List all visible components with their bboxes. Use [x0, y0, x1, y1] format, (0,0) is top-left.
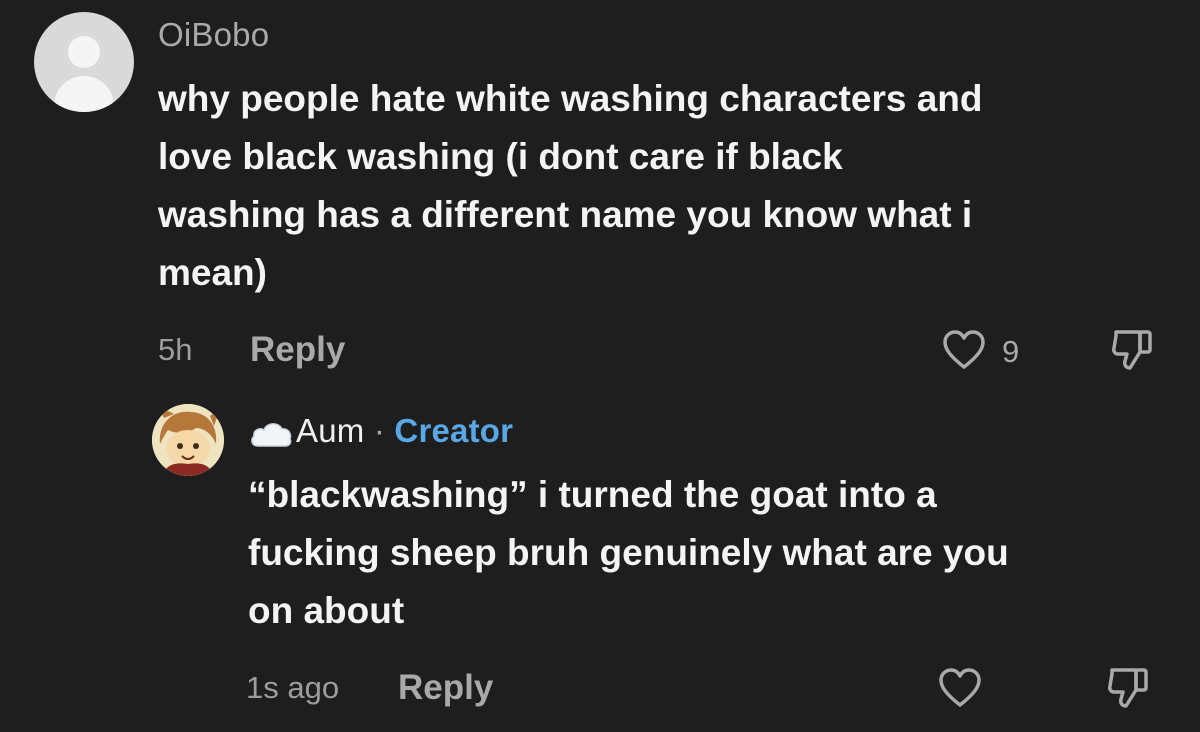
- reply-button[interactable]: Reply: [398, 668, 493, 708]
- comment-text-line: mean): [158, 252, 267, 293]
- thumbs-down-icon[interactable]: [1110, 328, 1156, 372]
- heart-icon[interactable]: [938, 668, 982, 708]
- comment-text-line: “blackwashing” i turned the goat into a: [248, 474, 937, 515]
- comment-author-line: Aum · Creator: [296, 412, 513, 450]
- thumbs-down-icon[interactable]: [1106, 666, 1152, 710]
- comment-text-line: on about: [248, 590, 405, 631]
- comment-timestamp: 1s ago: [246, 670, 340, 705]
- heart-icon[interactable]: [942, 330, 986, 370]
- avatar-head-shape: [68, 36, 100, 68]
- comment-timestamp: 5h: [158, 332, 193, 367]
- comment-text: why people hate white washing characters…: [158, 70, 983, 302]
- comment-text-line: love black washing (i dont care if black: [158, 136, 843, 177]
- comment-text: “blackwashing” i turned the goat into a …: [248, 466, 1009, 640]
- comment-username[interactable]: Aum: [296, 412, 364, 449]
- name-separator: ·: [373, 412, 386, 449]
- character-avatar-illustration: [152, 404, 224, 476]
- cloud-icon: [248, 418, 294, 448]
- comment-text-line: why people hate white washing characters…: [158, 78, 983, 119]
- comment-text-line: washing has a different name you know wh…: [158, 194, 973, 235]
- reply-button[interactable]: Reply: [250, 330, 345, 370]
- creator-avatar[interactable]: [152, 404, 224, 476]
- comment-username[interactable]: OiBobo: [158, 16, 269, 54]
- user-avatar[interactable]: [34, 12, 134, 112]
- avatar-body-shape: [54, 76, 114, 112]
- creator-badge: Creator: [394, 412, 514, 449]
- comment-text-line: fucking sheep bruh genuinely what are yo…: [248, 532, 1009, 573]
- like-count: 9: [1002, 334, 1020, 369]
